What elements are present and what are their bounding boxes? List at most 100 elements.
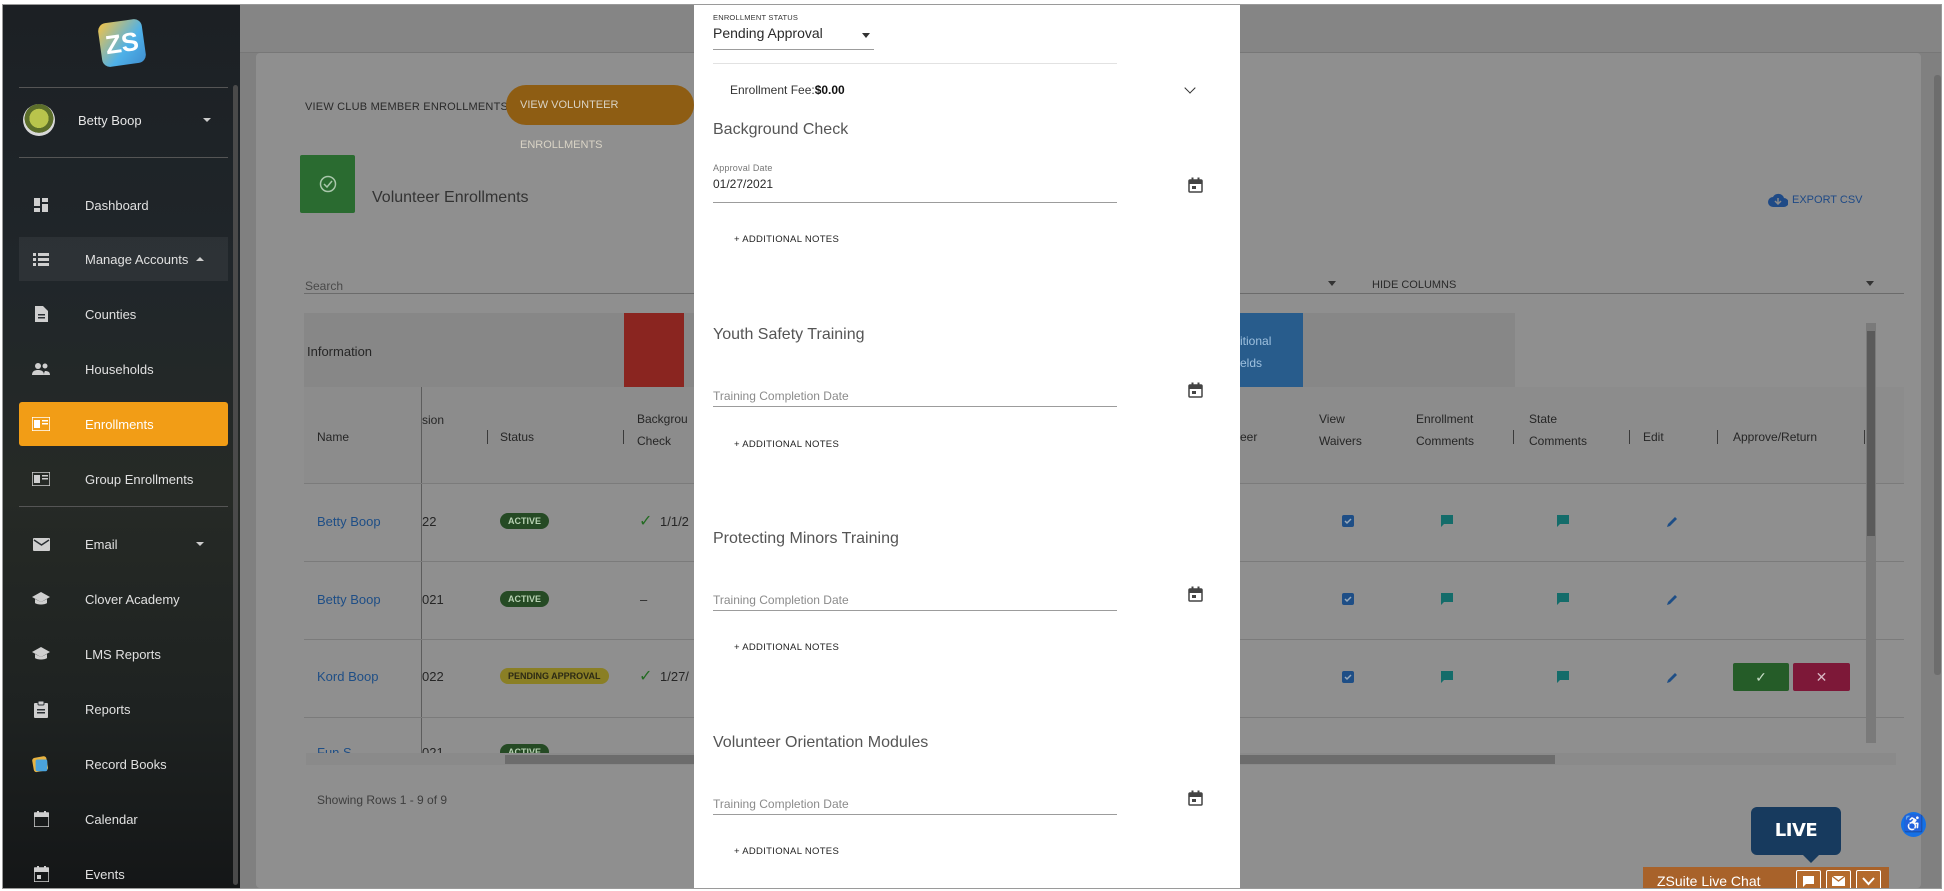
approve-button[interactable]: ✓: [1733, 663, 1789, 691]
frozen-column-divider: [421, 387, 422, 757]
check-icon: ✓: [639, 513, 653, 530]
tab-volunteer-enrollments[interactable]: VIEW VOLUNTEER ENROLLMENTS: [506, 85, 694, 151]
check-icon: ✓: [1755, 669, 1767, 685]
additional-notes-button[interactable]: + ADDITIONAL NOTES: [734, 846, 839, 857]
table-row-name-link[interactable]: Kord Boop: [317, 669, 378, 684]
header-edit[interactable]: Edit: [1643, 426, 1664, 448]
chevron-down-icon[interactable]: [1184, 82, 1196, 94]
table-row-name-link[interactable]: Fun S: [317, 745, 352, 753]
calendar-icon: [32, 866, 50, 882]
column-group-label: itional: [1240, 334, 1272, 348]
calendar-icon[interactable]: [1188, 790, 1203, 806]
live-chat-bar[interactable]: ZSuite Live Chat: [1643, 867, 1889, 888]
sidebar-item-record-books[interactable]: Record Books: [19, 742, 228, 786]
calendar-icon[interactable]: [1188, 177, 1203, 193]
sidebar-item-counties[interactable]: Counties: [19, 292, 228, 336]
header-volunteer[interactable]: eer: [1240, 426, 1257, 448]
comment-icon[interactable]: [1441, 515, 1453, 527]
sidebar-item-lms-reports[interactable]: LMS Reports: [19, 632, 228, 676]
training-date-input[interactable]: Training Completion Date: [713, 593, 849, 607]
table-row-name-link[interactable]: Betty Boop: [317, 592, 381, 607]
column-divider: [623, 430, 624, 444]
header-name[interactable]: Name: [317, 426, 349, 448]
pencil-icon[interactable]: [1667, 515, 1679, 527]
chevron-down-icon[interactable]: [862, 33, 870, 38]
sidebar-item-dashboard[interactable]: Dashboard: [19, 183, 228, 227]
accessibility-icon[interactable]: ♿: [1901, 812, 1926, 837]
column-group-information: Information: [307, 344, 373, 359]
cloud-download-icon: [1768, 193, 1788, 207]
export-csv-button[interactable]: EXPORT CSV: [1768, 193, 1863, 207]
chat-icon[interactable]: [1796, 870, 1821, 888]
header-session[interactable]: sion: [422, 409, 444, 431]
table-cell-session: 22: [422, 514, 437, 529]
sidebar-item-label: Email: [85, 536, 118, 552]
mail-icon[interactable]: [1826, 870, 1851, 888]
section-title-protecting-minors: Protecting Minors Training: [713, 530, 899, 547]
calendar-icon[interactable]: [1188, 382, 1203, 398]
additional-notes-button[interactable]: + ADDITIONAL NOTES: [734, 234, 839, 245]
tab-club-member-enrollments[interactable]: VIEW CLUB MEMBER ENROLLMENTS: [305, 101, 508, 113]
comment-icon[interactable]: [1441, 671, 1453, 683]
comment-icon[interactable]: [1557, 671, 1569, 683]
sidebar-item-calendar[interactable]: Calendar: [19, 797, 228, 841]
comment-icon[interactable]: [1557, 593, 1569, 605]
chevron-down-icon[interactable]: [203, 118, 211, 122]
column-divider: [487, 430, 488, 444]
training-date-input[interactable]: Training Completion Date: [713, 797, 849, 811]
sidebar-item-enrollments[interactable]: Enrollments: [19, 402, 228, 446]
page-scrollbar[interactable]: [1934, 75, 1941, 675]
section-title-youth-safety: Youth Safety Training: [713, 326, 865, 343]
chevron-down-icon[interactable]: [1866, 281, 1874, 286]
header-state-comments[interactable]: State Comments: [1529, 408, 1587, 452]
table-row-name-link[interactable]: Betty Boop: [317, 514, 381, 529]
graduation-cap-icon: [32, 646, 50, 662]
enrollment-dialog: ENROLLMENT STATUS Pending Approval Enrol…: [694, 5, 1240, 888]
minimize-icon[interactable]: [1856, 870, 1881, 888]
additional-notes-button[interactable]: + ADDITIONAL NOTES: [734, 642, 839, 653]
chevron-down-icon[interactable]: [1328, 281, 1336, 286]
hide-columns-select[interactable]: HIDE COLUMNS: [1372, 279, 1456, 291]
calendar-icon[interactable]: [1188, 586, 1203, 602]
sidebar-item-clover-academy[interactable]: Clover Academy: [19, 577, 228, 621]
enrollment-fee-panel[interactable]: Enrollment Fee:$0.00: [730, 83, 845, 97]
column-divider: [1864, 430, 1865, 444]
return-button[interactable]: ✕: [1793, 663, 1850, 691]
header-view-waivers[interactable]: View Waivers: [1319, 408, 1362, 452]
header-background-check[interactable]: Backgrou Check: [637, 408, 688, 452]
sidebar-item-reports[interactable]: Reports: [19, 687, 228, 731]
enrollment-status-select[interactable]: Pending Approval: [713, 25, 823, 41]
checkbox-icon[interactable]: [1342, 593, 1354, 605]
table-scroll-thumb[interactable]: [1867, 331, 1875, 536]
table-cell-background: 1/27/: [660, 669, 689, 684]
header-approve-return[interactable]: Approve/Return: [1733, 426, 1817, 448]
user-menu[interactable]: Betty Boop: [23, 103, 142, 137]
pencil-icon[interactable]: [1667, 593, 1679, 605]
pencil-icon[interactable]: [1667, 671, 1679, 683]
avatar: [23, 104, 55, 136]
sidebar-item-households[interactable]: Households: [19, 347, 228, 391]
live-chat-bubble[interactable]: LIVE CHAT: [1751, 807, 1841, 888]
sidebar-item-label: Dashboard: [85, 197, 149, 213]
header-status[interactable]: Status: [500, 426, 534, 448]
header-label: Backgrou: [637, 412, 688, 426]
training-date-input[interactable]: Training Completion Date: [713, 389, 849, 403]
search-input[interactable]: Search: [305, 279, 343, 293]
additional-notes-button[interactable]: + ADDITIONAL NOTES: [734, 439, 839, 450]
check-circle-icon: [300, 155, 355, 213]
checkbox-icon[interactable]: [1342, 515, 1354, 527]
sidebar-item-manage-accounts[interactable]: Manage Accounts: [19, 237, 228, 281]
checkbox-icon[interactable]: [1342, 671, 1354, 683]
comment-icon[interactable]: [1557, 515, 1569, 527]
input-underline: [713, 610, 1117, 611]
sidebar-item-group-enrollments[interactable]: Group Enrollments: [19, 457, 228, 501]
comment-icon[interactable]: [1441, 593, 1453, 605]
record-books-icon: [32, 756, 50, 773]
header-enrollment-comments[interactable]: Enrollment Comments: [1416, 408, 1474, 452]
page-title: Volunteer Enrollments: [372, 189, 529, 206]
sidebar-item-email[interactable]: Email: [19, 522, 228, 566]
sidebar-scrollbar[interactable]: [233, 85, 238, 885]
approval-date-input[interactable]: 01/27/2021: [713, 177, 773, 191]
sidebar-item-events[interactable]: Events: [19, 852, 228, 888]
sidebar-item-label: Group Enrollments: [85, 471, 194, 487]
